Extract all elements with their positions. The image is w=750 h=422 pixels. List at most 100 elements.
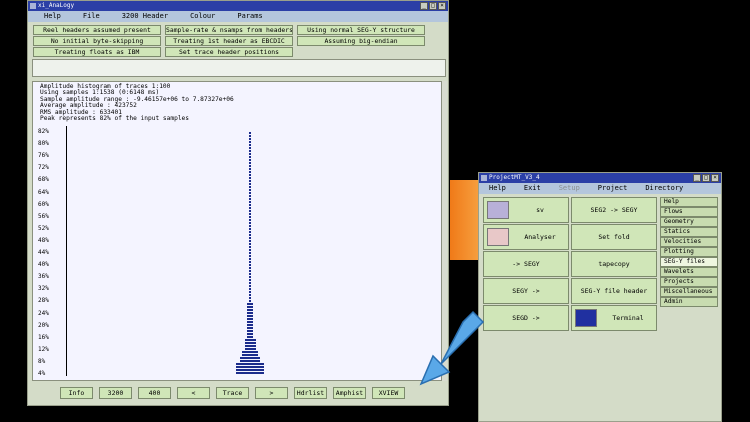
category-projects[interactable]: Projects xyxy=(660,277,718,287)
menu-bar: Help File 3200 Header Colour Params xyxy=(28,11,448,22)
trace-header-positions-button[interactable]: Set trace header positions xyxy=(165,47,293,57)
window-icon xyxy=(481,175,487,181)
menu-exit[interactable]: Exit xyxy=(524,183,541,194)
analogy-window: xi_AnaLogy _ □ × Help File 3200 Header C… xyxy=(27,0,449,406)
tile-segy-[interactable]: SEGY -> xyxy=(483,278,569,304)
tool-tiles: sv SEG2 -> SEGY Analyser Set fold -> SEGY tap… xyxy=(483,197,657,331)
maximize-icon[interactable]: □ xyxy=(429,2,437,10)
tile-label: SEGY -> xyxy=(512,287,540,295)
tile-tapecopy[interactable]: tapecopy xyxy=(571,251,657,277)
y-tick-label: 56% xyxy=(38,212,49,220)
category-geometry[interactable]: Geometry xyxy=(660,217,718,227)
next-button[interactable]: > xyxy=(255,387,288,399)
y-tick-label: 68% xyxy=(38,176,49,184)
menu-params[interactable]: Params xyxy=(237,11,262,22)
menu-help[interactable]: Help xyxy=(44,11,61,22)
segy-structure-button[interactable]: Using normal SEG-Y structure xyxy=(297,25,425,35)
y-tick-label: 60% xyxy=(38,200,49,208)
minimize-icon[interactable]: _ xyxy=(420,2,428,10)
endian-button[interactable]: Assuming big-endian xyxy=(297,36,425,46)
minimize-icon[interactable]: _ xyxy=(693,174,701,182)
message-field[interactable] xyxy=(32,59,446,77)
y-tick-label: 64% xyxy=(38,188,49,196)
y-tick-label: 32% xyxy=(38,285,49,293)
tile-seg-y-file-header[interactable]: SEG-Y file header xyxy=(571,278,657,304)
prev-button[interactable]: < xyxy=(177,387,210,399)
category-wavelets[interactable]: Wavelets xyxy=(660,267,718,277)
category-statics[interactable]: Statics xyxy=(660,227,718,237)
category-admin[interactable]: Admin xyxy=(660,297,718,307)
y-tick-label: 82% xyxy=(38,128,49,135)
y-tick-label: 40% xyxy=(38,261,49,269)
header-3200-button[interactable]: 3200 xyxy=(99,387,132,399)
menu-colour[interactable]: Colour xyxy=(190,11,215,22)
project-window: ProjectMT_V3_4 _ □ × Help Exit Setup Pro… xyxy=(478,172,722,422)
y-tick-label: 76% xyxy=(38,152,49,160)
y-tick-label: 12% xyxy=(38,345,49,353)
float-format-button[interactable]: Treating floats as IBM xyxy=(33,47,161,57)
tile-seg2-segy[interactable]: SEG2 -> SEGY xyxy=(571,197,657,223)
y-tick-label: 72% xyxy=(38,164,49,172)
maximize-icon[interactable]: □ xyxy=(702,174,710,182)
menu-directory[interactable]: Directory xyxy=(645,183,683,194)
ebcdic-button[interactable]: Treating 1st header as EBCDIC xyxy=(165,36,293,46)
byte-skipping-button[interactable]: No initial byte-skipping xyxy=(33,36,161,46)
histogram-plot: Amplitude histogram of traces 1:100 Usin… xyxy=(32,81,442,381)
tile-label: -> SEGY xyxy=(512,260,540,268)
category-seg-y-files[interactable]: SEG-Y files xyxy=(660,257,718,267)
y-tick-label: 80% xyxy=(38,140,49,148)
y-tick-label: 8% xyxy=(38,357,46,365)
thumb-seismic-icon xyxy=(487,201,509,219)
category-flows[interactable]: Flows xyxy=(660,207,718,217)
reel-headers-button[interactable]: Reel headers assumed present xyxy=(33,25,161,35)
pointer-arrow-icon xyxy=(419,310,485,386)
window-titlebar[interactable]: xi_AnaLogy _ □ × xyxy=(28,1,448,11)
category-velocities[interactable]: Velocities xyxy=(660,237,718,247)
menu-project[interactable]: Project xyxy=(598,183,628,194)
tile-label: SEG2 -> SEGY xyxy=(590,206,638,214)
window-icon xyxy=(30,3,36,9)
desktop-background xyxy=(450,180,480,260)
y-tick-label: 28% xyxy=(38,297,49,305)
trace-button[interactable]: Trace xyxy=(216,387,249,399)
y-tick-label: 52% xyxy=(38,224,49,232)
y-tick-label: 48% xyxy=(38,236,49,244)
header-400-button[interactable]: 400 xyxy=(138,387,171,399)
tile-terminal[interactable]: Terminal xyxy=(571,305,657,331)
sample-rate-button[interactable]: Sample-rate & nsamps from headers xyxy=(165,25,293,35)
tile--segy[interactable]: -> SEGY xyxy=(483,251,569,277)
category-plotting[interactable]: Plotting xyxy=(660,247,718,257)
window-title: xi_AnaLogy xyxy=(38,2,75,9)
category-help[interactable]: Help xyxy=(660,197,718,207)
xview-button[interactable]: XVIEW xyxy=(372,387,405,399)
settings-button-grid: Reel headers assumed present Sample-rate… xyxy=(33,25,425,57)
thumb-chart-icon xyxy=(487,228,509,246)
y-tick-label: 44% xyxy=(38,249,49,256)
tile-segd-[interactable]: SEGD -> xyxy=(483,305,569,331)
tile-sv[interactable]: sv xyxy=(483,197,569,223)
y-tick-label: 24% xyxy=(38,309,49,317)
hdrlist-button[interactable]: Hdrlist xyxy=(294,387,327,399)
histogram-info: Amplitude histogram of traces 1:100 Usin… xyxy=(40,83,234,123)
category-miscellaneous[interactable]: Miscellaneous xyxy=(660,287,718,297)
tile-label: tapecopy xyxy=(598,260,630,268)
close-icon[interactable]: × xyxy=(438,2,446,10)
close-icon[interactable]: × xyxy=(711,174,719,182)
window-titlebar[interactable]: ProjectMT_V3_4 _ □ × xyxy=(479,173,721,183)
info-button[interactable]: Info xyxy=(60,387,93,399)
tile-analyser[interactable]: Analyser xyxy=(483,224,569,250)
menu-setup[interactable]: Setup xyxy=(559,183,580,194)
y-axis xyxy=(66,126,67,376)
y-tick-label: 16% xyxy=(38,333,49,341)
tile-set-fold[interactable]: Set fold xyxy=(571,224,657,250)
amphist-button[interactable]: Amphist xyxy=(333,387,366,399)
category-list: Help Flows Geometry Statics Velocities Plotti… xyxy=(660,197,718,307)
window-title: ProjectMT_V3_4 xyxy=(489,174,540,181)
menu-3200-header[interactable]: 3200 Header xyxy=(122,11,168,22)
menu-file[interactable]: File xyxy=(83,11,100,22)
thumb-terminal-icon xyxy=(575,309,597,327)
info-line: Peak represents 82% of the input samples xyxy=(40,115,190,123)
tile-label: Set fold xyxy=(598,233,630,241)
menu-help[interactable]: Help xyxy=(489,183,506,194)
menu-bar: Help Exit Setup Project Directory xyxy=(479,183,721,194)
